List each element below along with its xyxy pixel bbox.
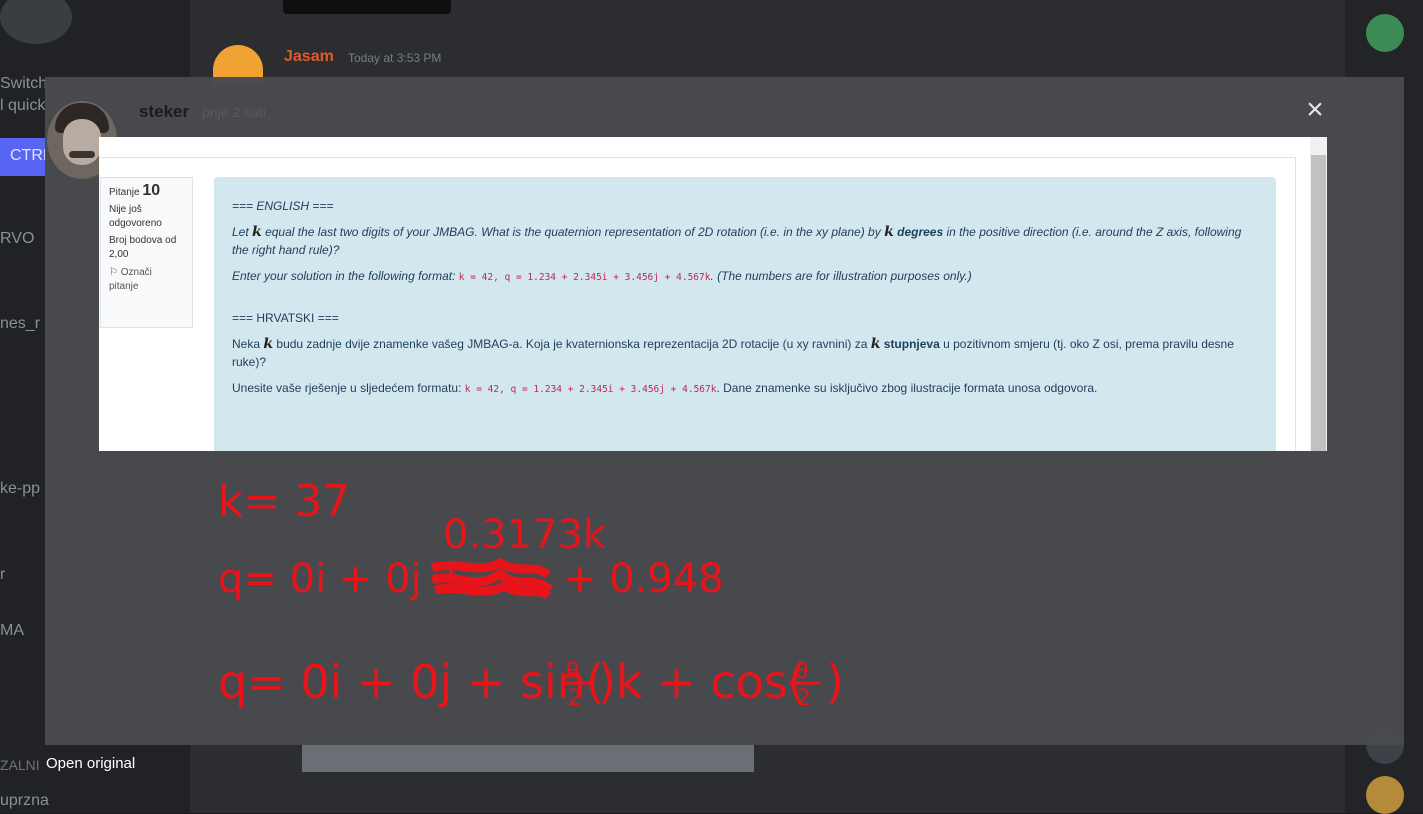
croatian-heading: === HRVATSKI === [232,311,339,325]
avatar[interactable] [1366,14,1404,52]
window-toolbar [283,0,451,14]
channel-item[interactable]: r [0,566,5,584]
avatar[interactable] [1366,776,1404,814]
croatian-paragraph: Neka k budu zadnje dvije znamenke vašeg … [232,336,1234,369]
channel-item[interactable]: ke-pp [0,480,40,498]
channel-item[interactable]: MA [0,622,24,640]
channel-label: ZALNI [0,757,40,773]
flag-icon: ⚐ [109,267,118,278]
english-paragraph: Let k equal the last two digits of your … [232,224,1242,257]
question-label: Pitanje [109,187,140,198]
question-info-panel: Pitanje 10 Nije još odgovoreno Broj bodo… [100,177,193,328]
message-time: Today at 3:53 PM [348,51,442,65]
message-time: prije 2 sati [202,104,266,120]
question-text: === ENGLISH === Let k equal the last two… [214,177,1276,451]
message-author: steker [139,102,190,121]
question-status: Nije još odgovoreno [109,204,162,229]
message-author[interactable]: Jasam [284,48,334,66]
sidebar-text: l quick [0,97,46,114]
channel-item[interactable]: RVO [0,230,34,248]
question-number: 10 [142,182,161,199]
image-thumbnail[interactable] [302,742,754,772]
question-points: Broj bodova od 2,00 [109,235,177,260]
channel-item[interactable]: nes_r [0,315,40,333]
sidebar-text: Switch [0,75,48,92]
channel-item[interactable]: uprzna [0,792,49,810]
scrollbar-thumb[interactable] [1311,155,1326,451]
open-original-link[interactable]: Open original [46,755,135,772]
croatian-format: Unesite vaše rješenje u sljedećem format… [232,381,1098,395]
quiz-screenshot: Pitanje 10 Nije još odgovoreno Broj bodo… [99,137,1327,451]
english-heading: === ENGLISH === [232,199,334,213]
close-icon[interactable]: × [1302,95,1328,125]
english-format: Enter your solution in the following for… [232,269,972,283]
